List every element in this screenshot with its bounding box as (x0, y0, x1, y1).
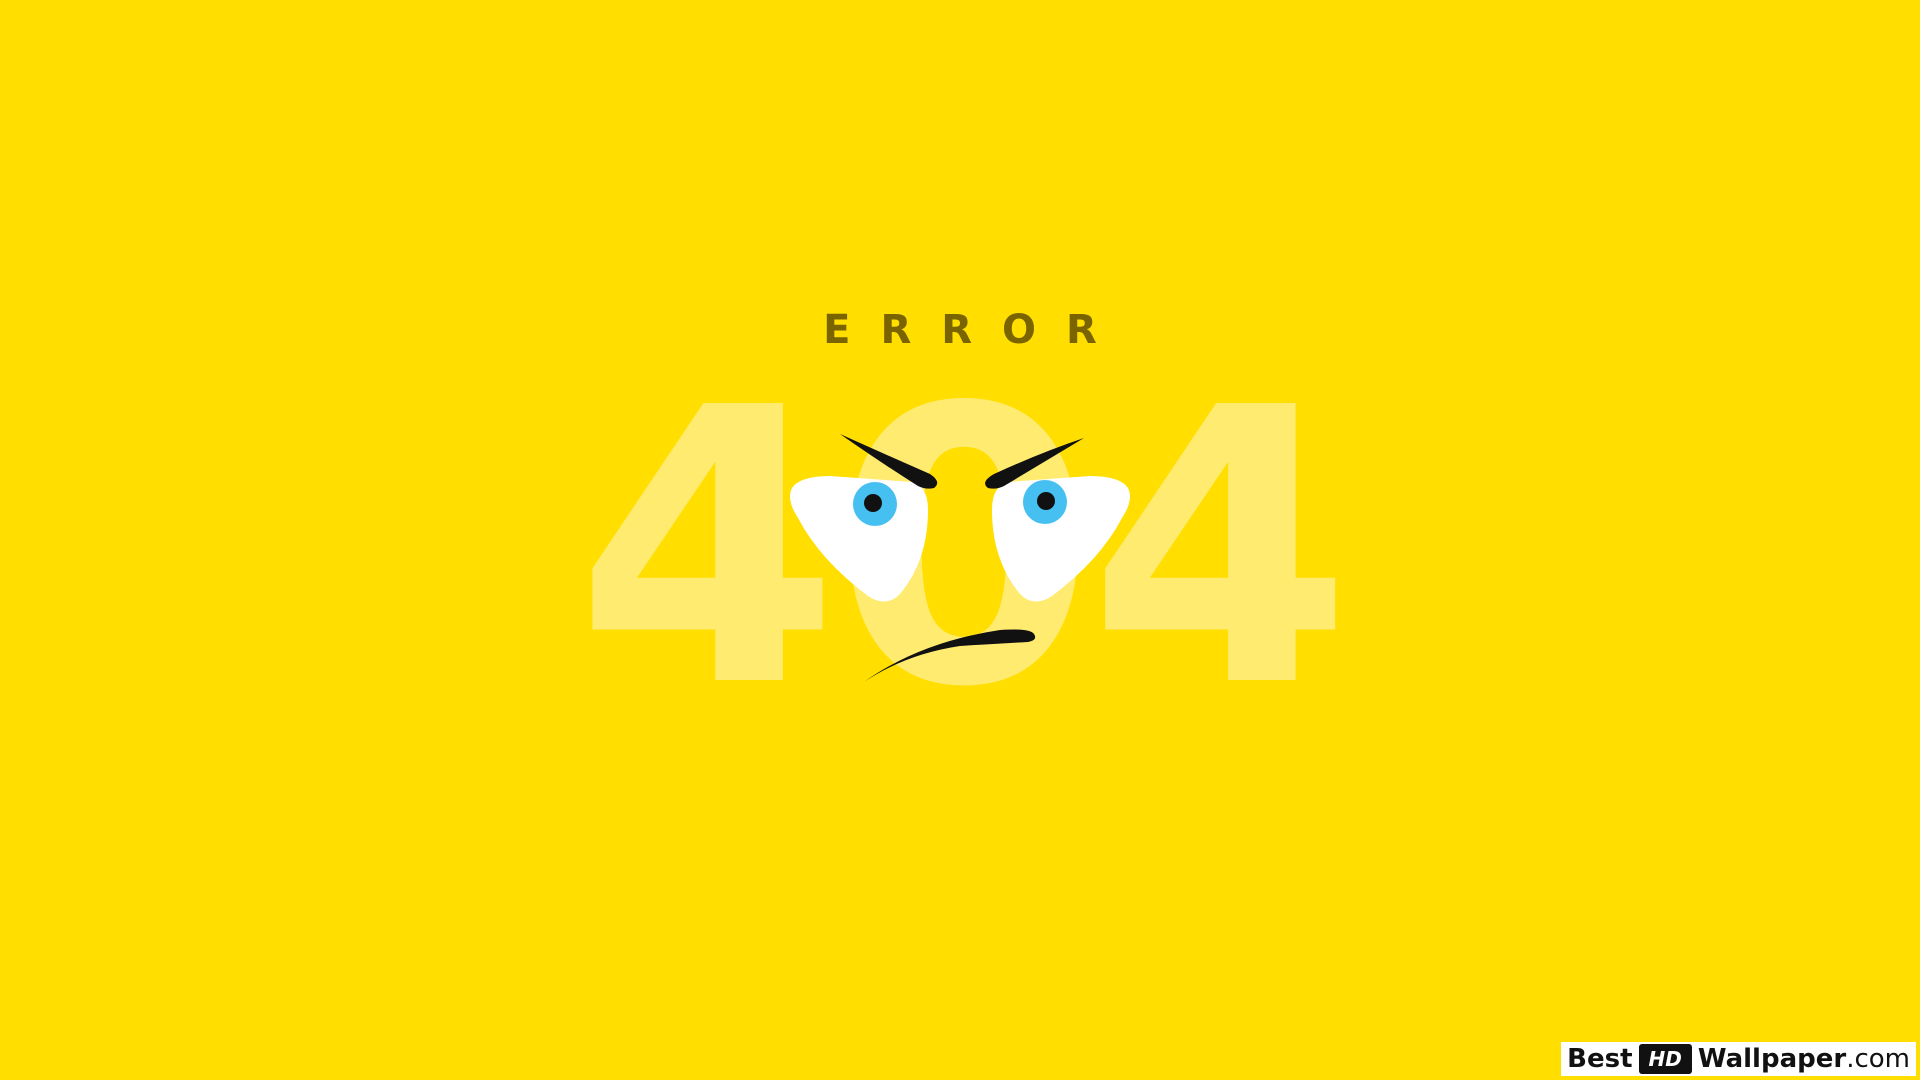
watermark-wallpaper-text: Wallpaper (1697, 1044, 1847, 1074)
right-pupil-icon (1037, 492, 1055, 510)
left-pupil-icon (864, 494, 882, 512)
watermark-best-text: Best (1567, 1044, 1633, 1074)
watermark-logo[interactable]: Best HD Wallpaper.com (1561, 1042, 1916, 1076)
watermark-tld-text: .com (1846, 1044, 1910, 1074)
watermark-site-text: Wallpaper.com (1698, 1044, 1910, 1074)
error-code-digits: 404 (575, 327, 1344, 770)
watermark-hd-badge: HD (1638, 1044, 1692, 1074)
error-404-illustration: 404 (575, 327, 1352, 770)
